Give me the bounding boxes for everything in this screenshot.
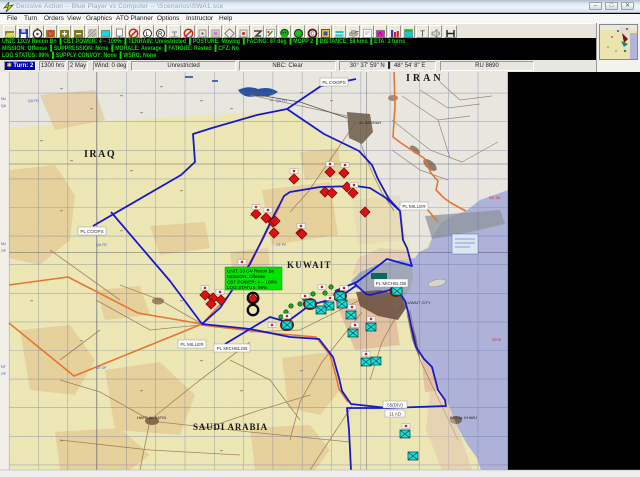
svg-text:QU FD: QU FD — [28, 99, 39, 103]
svg-text:MISSION: Offense: MISSION: Offense — [227, 274, 265, 279]
svg-text:OF: OF — [1, 372, 6, 376]
svg-text:CBT POWER: 4 -- 100%: CBT POWER: 4 -- 100% — [227, 280, 277, 285]
svg-text:C: C — [310, 32, 314, 38]
svg-text:2976: 2976 — [492, 337, 502, 342]
svg-text:UNIT: 13 GV Recon Bn: UNIT: 13 GV Recon Bn — [227, 269, 275, 274]
svg-text:KUWAIT: KUWAIT — [287, 260, 332, 270]
svg-text:AL BASRAH: AL BASRAH — [359, 120, 381, 125]
svg-text:OF: OF — [1, 249, 6, 253]
svg-text:PL MICHELOB: PL MICHELOB — [376, 281, 407, 286]
svg-text:NT OF: NT OF — [96, 366, 106, 370]
svg-text:OF PF: OF PF — [276, 243, 286, 247]
svg-text:LOG STATUS: 99%: LOG STATUS: 99% — [227, 285, 267, 290]
svg-text:PL MILLER: PL MILLER — [180, 342, 204, 347]
svg-text:IRAQ: IRAQ — [84, 149, 116, 160]
svg-text:QU FD: QU FD — [276, 99, 287, 103]
svg-text:55(DIV): 55(DIV) — [387, 403, 403, 408]
svg-text:NU: NU — [1, 97, 7, 101]
svg-text:HAFR AL BATIN: HAFR AL BATIN — [137, 415, 166, 420]
svg-text:PL MILLER: PL MILLER — [402, 204, 426, 209]
svg-text:SC 30: SC 30 — [489, 195, 501, 200]
svg-text:SAUDI ARABIA: SAUDI ARABIA — [193, 422, 268, 432]
svg-text:PL MICHELOB: PL MICHELOB — [217, 346, 248, 351]
svg-text:PL COOPS: PL COOPS — [80, 229, 103, 234]
svg-text:PL COOPS: PL COOPS — [322, 80, 345, 85]
svg-text:BAT AL KHARJ: BAT AL KHARJ — [450, 415, 477, 420]
svg-text:NU: NU — [1, 242, 7, 246]
svg-text:QU FD: QU FD — [96, 243, 107, 247]
svg-text:KUWAIT CITY: KUWAIT CITY — [405, 300, 431, 305]
svg-text:QU: QU — [1, 104, 7, 108]
svg-text:IRAN: IRAN — [406, 73, 444, 84]
svg-text:11 AD: 11 AD — [389, 412, 402, 417]
